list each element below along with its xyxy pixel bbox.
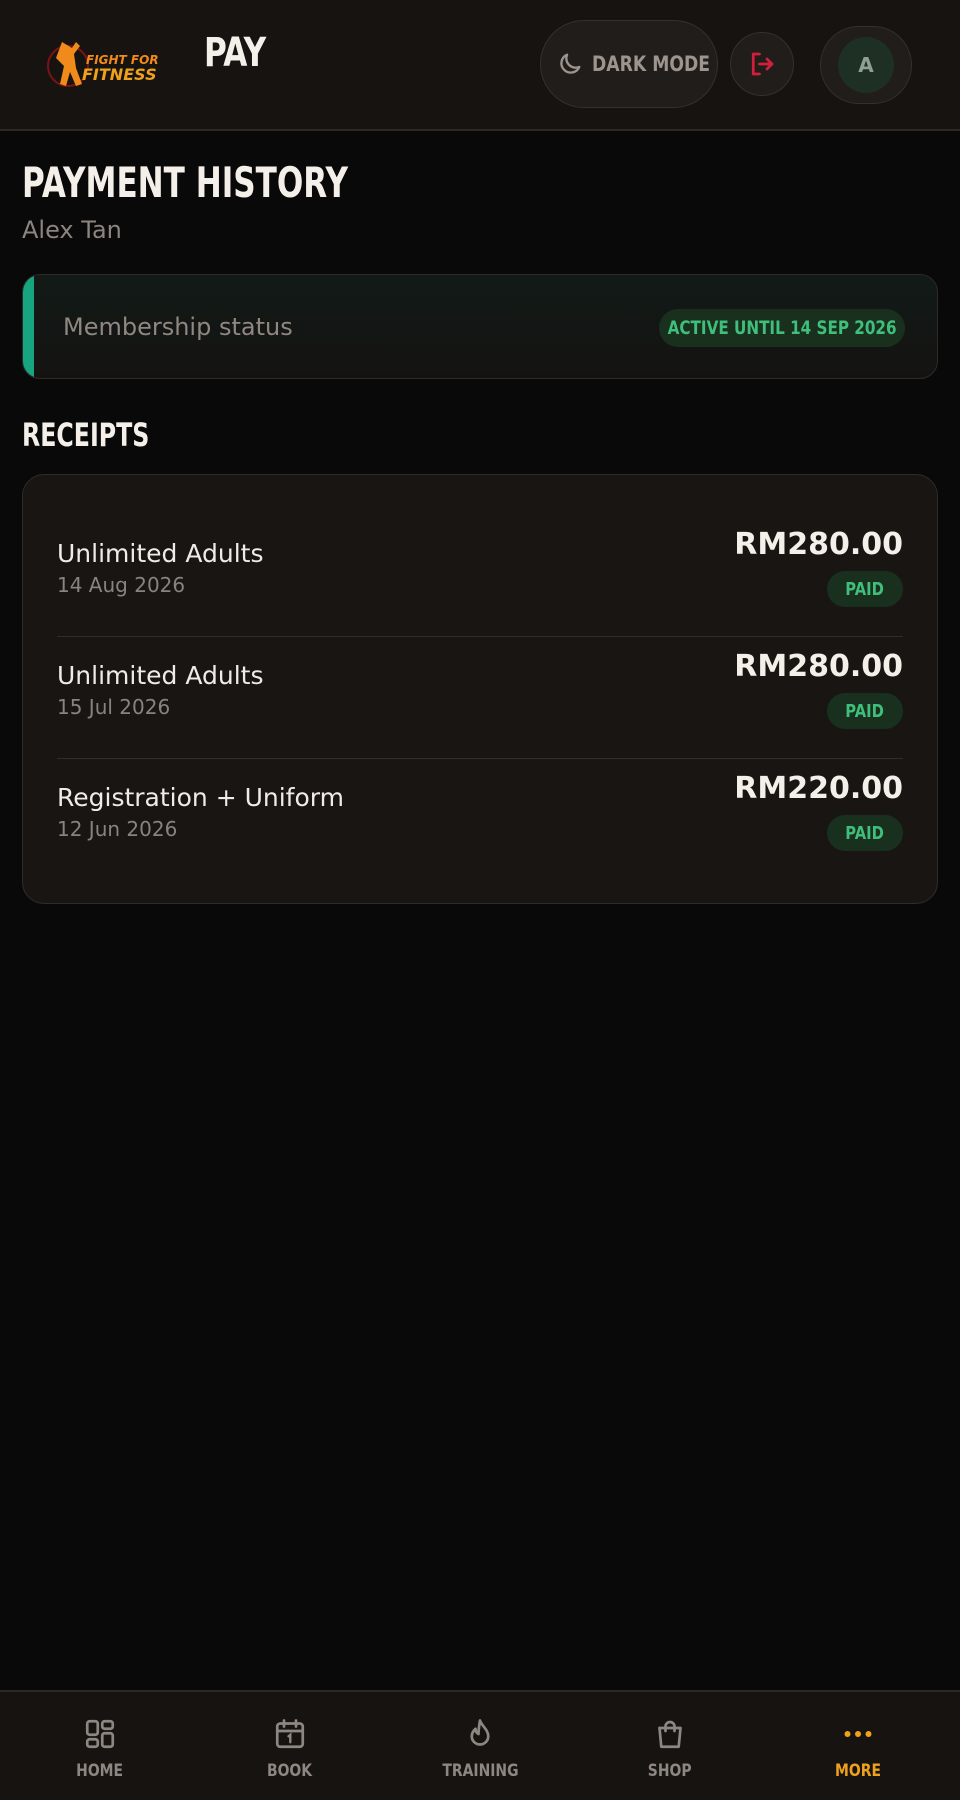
membership-status-badge: ACTIVE UNTIL 14 SEP 2026 (659, 309, 905, 347)
calendar-icon (275, 1719, 305, 1749)
dark-mode-label: DARK MODE (592, 52, 711, 76)
fight-for-fitness-logo[interactable]: FIGHT FOR FITNESS (46, 34, 168, 92)
receipt-status-badge: PAID (827, 693, 903, 729)
receipt-status-text: PAID (845, 578, 885, 600)
receipt-item[interactable]: Unlimited Adults 14 Aug 2026 RM280.00 PA… (57, 515, 903, 637)
dark-mode-toggle[interactable]: DARK MODE (540, 20, 718, 108)
membership-status-card: Membership status ACTIVE UNTIL 14 SEP 20… (22, 274, 938, 379)
profile-button[interactable]: A (820, 26, 912, 104)
app-header: FIGHT FOR FITNESS PAY DARK MODE A (0, 0, 960, 131)
receipt-date: 12 Jun 2026 (57, 817, 178, 841)
receipt-item[interactable]: Registration + Uniform 12 Jun 2026 RM220… (57, 759, 903, 881)
receipt-amount: RM280.00 (734, 527, 903, 562)
receipt-date: 14 Aug 2026 (57, 573, 186, 597)
receipts-list: Unlimited Adults 14 Aug 2026 RM280.00 PA… (22, 474, 938, 904)
nav-label-shop: SHOP (648, 1761, 692, 1781)
receipt-amount: RM220.00 (734, 771, 903, 806)
status-accent-bar (23, 275, 34, 378)
logout-button[interactable] (730, 32, 794, 96)
logout-icon (751, 52, 774, 76)
membership-status-label: Membership status (63, 313, 293, 341)
nav-item-book[interactable]: BOOK (220, 1716, 360, 1792)
grid-icon (85, 1719, 115, 1749)
logo-text-line2: FITNESS (82, 65, 157, 84)
receipts-heading: RECEIPTS (22, 416, 150, 454)
payment-history-heading: PAYMENT HISTORY (22, 158, 349, 207)
nav-label-book: BOOK (267, 1761, 313, 1781)
receipt-status-text: PAID (845, 700, 885, 722)
receipt-item[interactable]: Unlimited Adults 15 Jul 2026 RM280.00 PA… (57, 637, 903, 759)
avatar: A (838, 37, 894, 93)
membership-status-badge-text: ACTIVE UNTIL 14 SEP 2026 (667, 317, 897, 339)
shopping-bag-icon (658, 1720, 682, 1749)
moon-icon (560, 53, 581, 74)
receipt-status-text: PAID (845, 822, 885, 844)
receipt-status-badge: PAID (827, 815, 903, 851)
receipt-status-badge: PAID (827, 571, 903, 607)
flame-icon (470, 1719, 490, 1746)
receipt-title: Unlimited Adults (57, 539, 264, 568)
receipt-date: 15 Jul 2026 (57, 695, 171, 719)
nav-item-shop[interactable]: SHOP (600, 1716, 740, 1792)
nav-label-more: MORE (835, 1761, 881, 1781)
receipt-title: Unlimited Adults (57, 661, 264, 690)
member-name: Alex Tan (22, 216, 122, 244)
receipt-amount: RM280.00 (734, 649, 903, 684)
bottom-nav: HOME BOOK TRAINING SHOP MORE (0, 1690, 960, 1800)
nav-item-home[interactable]: HOME (30, 1716, 170, 1792)
nav-label-home: HOME (76, 1761, 124, 1781)
nav-item-more[interactable]: MORE (788, 1716, 928, 1792)
nav-item-training[interactable]: TRAINING (410, 1716, 550, 1792)
ellipsis-icon (844, 1731, 872, 1737)
page-title: PAY (204, 30, 266, 76)
nav-label-training: TRAINING (441, 1761, 519, 1781)
receipt-title: Registration + Uniform (57, 783, 344, 812)
